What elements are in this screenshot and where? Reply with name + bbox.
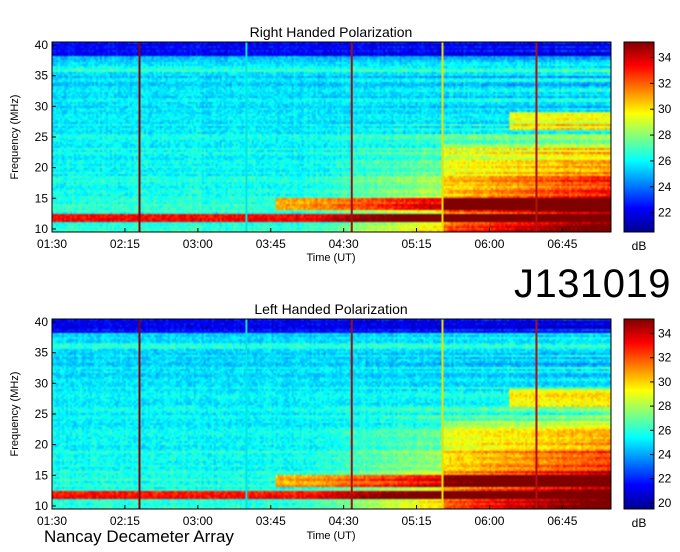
- left-polarization-x-axis-label: Time (UT): [306, 530, 355, 542]
- y-tick-label: 25: [35, 130, 49, 144]
- right-polarization-title: Right Handed Polarization: [250, 24, 413, 40]
- left-polarization-title: Left Handed Polarization: [254, 301, 407, 317]
- colorbar-tick-label: 34: [658, 327, 672, 341]
- colorbar-tick-label: 20: [658, 496, 672, 510]
- y-tick-label: 10: [35, 222, 49, 236]
- right-polarization-colorbar-label: dB: [632, 239, 647, 253]
- colorbar-tick-label: 30: [658, 102, 672, 116]
- y-tick-label: 20: [35, 161, 49, 175]
- colorbar-tick-label: 28: [658, 128, 672, 142]
- x-tick-label: 06:00: [474, 514, 504, 528]
- colorbar-tick-label: 26: [658, 154, 672, 168]
- left-polarization-heatmap: [52, 319, 611, 509]
- y-tick-label: 25: [35, 407, 49, 421]
- x-tick-label: 01:30: [37, 514, 67, 528]
- y-tick-label: 35: [35, 346, 49, 360]
- y-tick-label: 30: [35, 99, 49, 113]
- x-tick-label: 06:45: [547, 514, 577, 528]
- y-tick-label: 20: [35, 438, 49, 452]
- y-tick-label: 10: [35, 499, 49, 513]
- y-tick-label: 40: [35, 315, 49, 329]
- colorbar-tick-label: 22: [658, 206, 672, 220]
- colorbar-tick-label: 32: [658, 351, 672, 365]
- right-polarization-colorbar: [623, 41, 655, 233]
- right-polarization-y-axis-label: Frequency (MHz): [9, 95, 21, 180]
- x-tick-label: 04:30: [329, 237, 359, 251]
- instrument-label: Nancay Decameter Array: [44, 527, 234, 546]
- colorbar-tick-label: 22: [658, 472, 672, 486]
- x-tick-label: 03:00: [183, 514, 213, 528]
- x-tick-label: 05:15: [402, 237, 432, 251]
- y-tick-label: 40: [35, 38, 49, 52]
- y-tick-label: 15: [35, 191, 49, 205]
- left-polarization-spectrum-image: [52, 319, 611, 509]
- x-tick-label: 03:45: [256, 514, 286, 528]
- x-tick-label: 02:15: [110, 237, 140, 251]
- colorbar-tick-label: 26: [658, 423, 672, 437]
- colorbar-tick-label: 34: [658, 51, 672, 65]
- x-tick-label: 04:30: [329, 514, 359, 528]
- left-polarization-panel: Left Handed Polarization 01:30 02:15 03:00…: [9, 301, 672, 542]
- x-tick-label: 02:15: [110, 514, 140, 528]
- observation-id-label: J131019: [514, 262, 671, 306]
- x-tick-label: 03:45: [256, 237, 286, 251]
- colorbar-tick-label: 24: [658, 180, 672, 194]
- x-tick-label: 03:00: [183, 237, 213, 251]
- y-tick-label: 35: [35, 69, 49, 83]
- colorbar-tick-label: 28: [658, 399, 672, 413]
- x-tick-label: 05:15: [402, 514, 432, 528]
- colorbar-tick-label: 32: [658, 76, 672, 90]
- y-tick-label: 15: [35, 468, 49, 482]
- left-polarization-y-axis-label: Frequency (MHz): [9, 372, 21, 457]
- right-polarization-x-axis-label: Time (UT): [306, 252, 355, 264]
- left-polarization-colorbar-label: dB: [632, 516, 647, 530]
- x-tick-label: 06:45: [547, 237, 577, 251]
- y-tick-label: 30: [35, 376, 49, 390]
- right-polarization-panel: Right Handed Polarization 01:30 02:15 03:0…: [9, 24, 672, 264]
- x-tick-label: 01:30: [37, 237, 67, 251]
- right-polarization-heatmap: [52, 42, 611, 232]
- colorbar-tick-label: 30: [658, 375, 672, 389]
- right-polarization-spectrum-image: [52, 42, 611, 232]
- x-tick-label: 06:00: [474, 237, 504, 251]
- colorbar-tick-label: 24: [658, 448, 672, 462]
- left-polarization-colorbar: [623, 318, 655, 510]
